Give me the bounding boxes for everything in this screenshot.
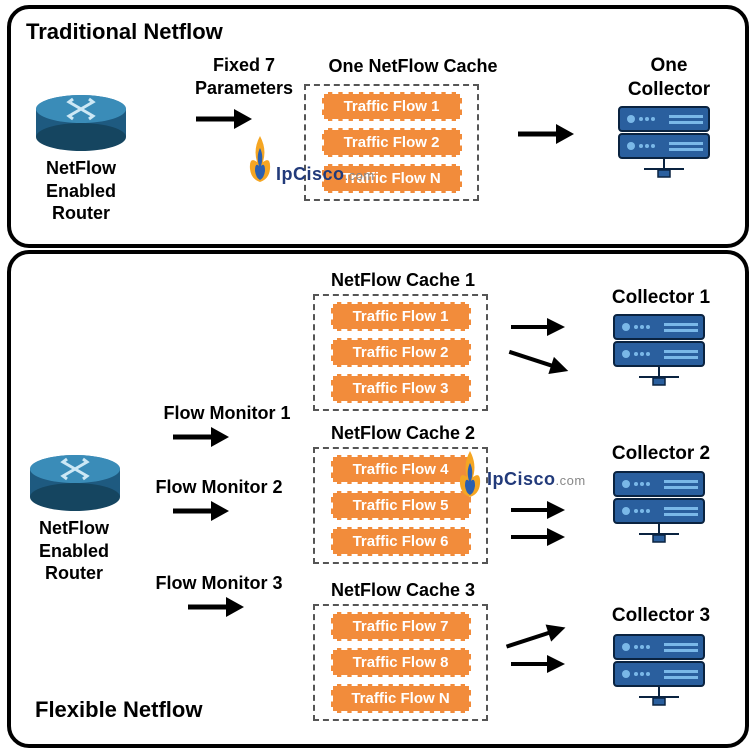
traffic-flow: Traffic Flow 8: [331, 648, 471, 677]
traffic-flow: Traffic Flow 2: [331, 338, 471, 367]
arrow-icon: [171, 422, 231, 461]
traditional-netflow-panel: Traditional Netflow Fixed 7Parameters On…: [7, 5, 749, 248]
router-icon: [25, 454, 125, 514]
collector-icon: [609, 632, 709, 707]
cache-label: NetFlow Cache 2: [313, 422, 493, 445]
traffic-flow: Traffic Flow 3: [331, 374, 471, 403]
cache-box: Traffic Flow 1 Traffic Flow 2 Traffic Fl…: [313, 294, 488, 411]
top-title: Traditional Netflow: [26, 19, 223, 45]
collector-icon: [614, 104, 714, 179]
bottom-title: Flexible Netflow: [35, 697, 202, 723]
arrow-icon: [509, 649, 567, 688]
router-icon: [31, 94, 131, 154]
watermark: IpCisco.com: [276, 164, 375, 185]
arrow-icon: [509, 522, 567, 561]
cache-label: NetFlow Cache 3: [313, 579, 493, 602]
collector-label: Collector 1: [601, 286, 721, 310]
arrow-icon: [516, 119, 576, 158]
arrow-icon: [171, 496, 231, 535]
cache-label-top: One NetFlow Cache: [313, 55, 513, 78]
traffic-flow: Traffic Flow 2: [322, 128, 462, 157]
collector-icon: [609, 469, 709, 544]
traffic-flow: Traffic Flow 7: [331, 612, 471, 641]
traffic-flow: Traffic Flow 4: [331, 455, 471, 484]
router-label-bottom: NetFlowEnabledRouter: [19, 517, 129, 585]
router-label-top: NetFlowEnabledRouter: [31, 157, 131, 225]
traffic-flow: Traffic Flow 6: [331, 527, 471, 556]
fixed-params-label: Fixed 7Parameters: [174, 54, 314, 99]
traffic-flow: Traffic Flow N: [331, 684, 471, 713]
one-collector-label: OneCollector: [609, 54, 729, 102]
flexible-netflow-panel: NetFlowEnabledRouter Flow Monitor 1 Flow…: [7, 250, 749, 748]
traffic-flow: Traffic Flow 5: [331, 491, 471, 520]
traffic-flow: Traffic Flow 1: [322, 92, 462, 121]
collector-label: Collector 2: [601, 442, 721, 466]
traffic-flow: Traffic Flow 1: [331, 302, 471, 331]
cache-label: NetFlow Cache 1: [313, 269, 493, 292]
flame-icon: [243, 134, 277, 189]
flame-icon: [453, 449, 487, 504]
watermark: IpCisco.com: [487, 469, 586, 490]
collector-icon: [609, 312, 709, 387]
cache-box: Traffic Flow 7 Traffic Flow 8 Traffic Fl…: [313, 604, 488, 721]
arrow-icon: [186, 592, 246, 631]
collector-label: Collector 3: [601, 604, 721, 628]
